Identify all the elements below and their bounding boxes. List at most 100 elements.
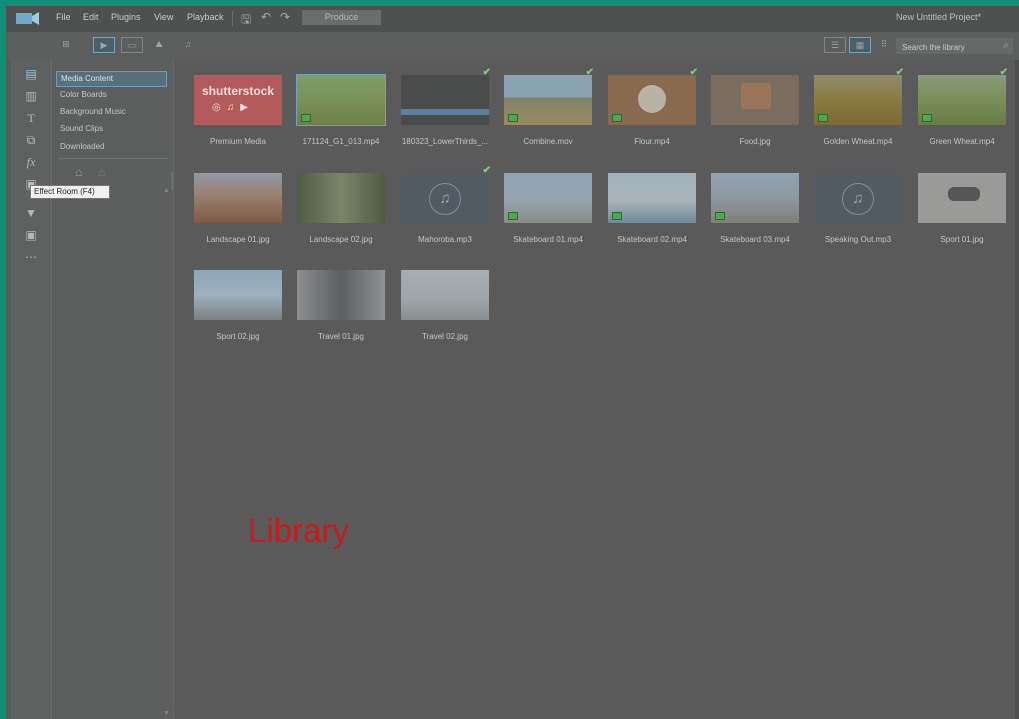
particle-room-icon[interactable]: ▼ xyxy=(21,205,41,221)
more-icon[interactable]: ⋯ xyxy=(21,249,41,265)
search-box[interactable]: ⌕ xyxy=(896,38,1013,54)
produce-button[interactable]: Produce xyxy=(302,10,381,25)
media-caption: Mahoroba.mp3 xyxy=(418,235,472,244)
video-badge-icon xyxy=(715,212,725,220)
media-thumbnail xyxy=(918,173,1006,223)
in-use-check-icon: ✔ xyxy=(895,67,904,78)
category-background-music[interactable]: Background Music xyxy=(60,107,126,116)
media-caption: 171124_G1_013.mp4 xyxy=(302,137,380,146)
add-tag-icon[interactable]: ⌂ xyxy=(75,165,82,179)
expand-arrow-icon[interactable]: ▼ xyxy=(163,710,170,717)
video-badge-icon xyxy=(612,212,622,220)
video-badge-icon xyxy=(818,114,828,122)
in-use-check-icon: ✔ xyxy=(482,67,491,78)
media-thumbnail xyxy=(918,75,1006,125)
shutterstock-thumbnail: shutterstock ◎♫▶ xyxy=(194,75,282,125)
subtitle-room-icon[interactable]: ▣ xyxy=(21,227,41,243)
media-caption: Green Wheat.mp4 xyxy=(929,137,995,146)
library-toolbar: ⊞ ▶ ▭ ⛰ ♫ ☰ ▦ ⠿ ⌕ xyxy=(6,32,1019,60)
photo-filter-icon[interactable]: ⛰ xyxy=(149,37,169,51)
title-room-icon[interactable]: T xyxy=(21,110,41,126)
media-tile[interactable]: Skateboard 03.mp4 xyxy=(711,163,799,244)
redo-icon[interactable]: ↷ xyxy=(280,10,290,24)
media-caption: 180323_LowerThirds_... xyxy=(401,137,489,146)
category-divider xyxy=(58,158,168,159)
category-media-content[interactable]: Media Content xyxy=(56,71,167,87)
media-tile[interactable]: Sport 02.jpg xyxy=(194,260,282,341)
media-thumbnail xyxy=(711,75,799,125)
in-use-check-icon: ✔ xyxy=(689,67,698,78)
media-caption: Skateboard 03.mp4 xyxy=(720,235,790,244)
media-thumbnail xyxy=(608,75,696,125)
media-thumbnail xyxy=(297,270,385,320)
category-color-boards[interactable]: Color Boards xyxy=(60,90,107,99)
save-icon[interactable]: 🖫 xyxy=(241,10,251,31)
media-tile[interactable]: Sport 01.jpg xyxy=(918,163,1006,244)
in-use-check-icon: ✔ xyxy=(482,165,491,176)
search-input[interactable] xyxy=(900,40,996,54)
media-caption: Skateboard 02.mp4 xyxy=(617,235,687,244)
media-room-icon[interactable]: ▤ xyxy=(21,66,41,82)
media-tile[interactable]: Food.jpg xyxy=(711,65,799,146)
video-badge-icon xyxy=(612,114,622,122)
library-scrollbar[interactable] xyxy=(1015,60,1019,719)
media-tile[interactable]: ✔ Flour.mp4 xyxy=(608,65,698,146)
media-tile[interactable]: Travel 01.jpg xyxy=(297,260,385,341)
video-filter-button[interactable]: ▶ xyxy=(93,37,115,53)
media-tile[interactable]: ✔ Combine.mov xyxy=(504,65,594,146)
menu-playback[interactable]: Playback xyxy=(187,12,224,22)
media-caption: Flour.mp4 xyxy=(634,137,670,146)
media-tile[interactable]: ♫ Speaking Out.mp3 xyxy=(814,163,902,244)
room-rail: ▤ ▥ T ⧉ fx ▣ ▼ ▣ ⋯ xyxy=(11,60,52,719)
media-tile[interactable]: 171124_G1_013.mp4 xyxy=(296,65,386,146)
media-caption: Premium Media xyxy=(209,137,266,146)
in-use-check-icon: ✔ xyxy=(585,67,594,78)
media-tile[interactable]: Travel 02.jpg xyxy=(401,260,489,341)
media-caption: Skateboard 01.mp4 xyxy=(513,235,583,244)
app-logo-icon xyxy=(16,12,39,25)
menu-divider xyxy=(232,11,233,26)
music-note-icon: ♫ xyxy=(842,183,874,215)
media-caption: Sport 01.jpg xyxy=(940,235,984,244)
list-view-button[interactable]: ☰ xyxy=(824,37,846,53)
transition-room-icon[interactable]: ⧉ xyxy=(21,132,41,148)
thumbnail-size-icon[interactable]: ⠿ xyxy=(874,37,894,51)
media-thumbnail xyxy=(296,74,386,126)
media-library-grid: shutterstock ◎♫▶ Premium Media 171124_G1… xyxy=(174,60,1019,719)
search-icon[interactable]: ⌕ xyxy=(1003,40,1009,51)
audio-filter-icon[interactable]: ♫ xyxy=(178,37,198,51)
media-caption: Landscape 01.jpg xyxy=(206,235,270,244)
media-tile[interactable]: Skateboard 01.mp4 xyxy=(504,163,592,244)
media-thumbnail xyxy=(711,173,799,223)
import-media-icon[interactable]: ⊞ xyxy=(56,37,76,51)
category-sound-clips[interactable]: Sound Clips xyxy=(60,124,103,133)
media-tile[interactable]: ✔ 180323_LowerThirds_... xyxy=(401,65,491,146)
media-caption: Speaking Out.mp3 xyxy=(824,235,892,244)
media-tile[interactable]: shutterstock ◎♫▶ Premium Media xyxy=(194,65,282,146)
media-tile[interactable]: ♫ ✔ Mahoroba.mp3 xyxy=(401,163,491,244)
menu-edit[interactable]: Edit xyxy=(83,12,99,22)
remove-tag-icon[interactable]: ⌂ xyxy=(98,165,105,179)
library-label: Library xyxy=(248,512,349,549)
music-note-icon: ♫ xyxy=(429,183,461,215)
media-caption: Travel 01.jpg xyxy=(318,332,364,341)
media-tile[interactable]: ✔ Golden Wheat.mp4 xyxy=(814,65,904,146)
media-tile[interactable]: Skateboard 02.mp4 xyxy=(608,163,696,244)
undo-icon[interactable]: ↶ xyxy=(261,10,271,24)
media-tile[interactable]: ✔ Green Wheat.mp4 xyxy=(918,65,1008,146)
media-tile[interactable]: Landscape 02.jpg xyxy=(297,163,385,244)
media-thumbnail xyxy=(297,173,385,223)
collapse-arrow-icon[interactable]: ▲ xyxy=(163,187,170,194)
category-downloaded[interactable]: Downloaded xyxy=(60,142,104,151)
media-thumbnail: ♫ xyxy=(401,173,489,223)
menu-plugins[interactable]: Plugins xyxy=(111,12,141,22)
media-tile[interactable]: Landscape 01.jpg xyxy=(194,163,282,244)
menu-view[interactable]: View xyxy=(154,12,173,22)
templates-room-icon[interactable]: ▥ xyxy=(21,88,41,104)
image-filter-button[interactable]: ▭ xyxy=(121,37,143,53)
menu-file[interactable]: File xyxy=(56,12,71,22)
video-badge-icon xyxy=(301,114,311,122)
media-caption: Combine.mov xyxy=(523,137,573,146)
grid-view-button[interactable]: ▦ xyxy=(849,37,871,53)
effect-room-icon[interactable]: fx xyxy=(21,154,41,170)
